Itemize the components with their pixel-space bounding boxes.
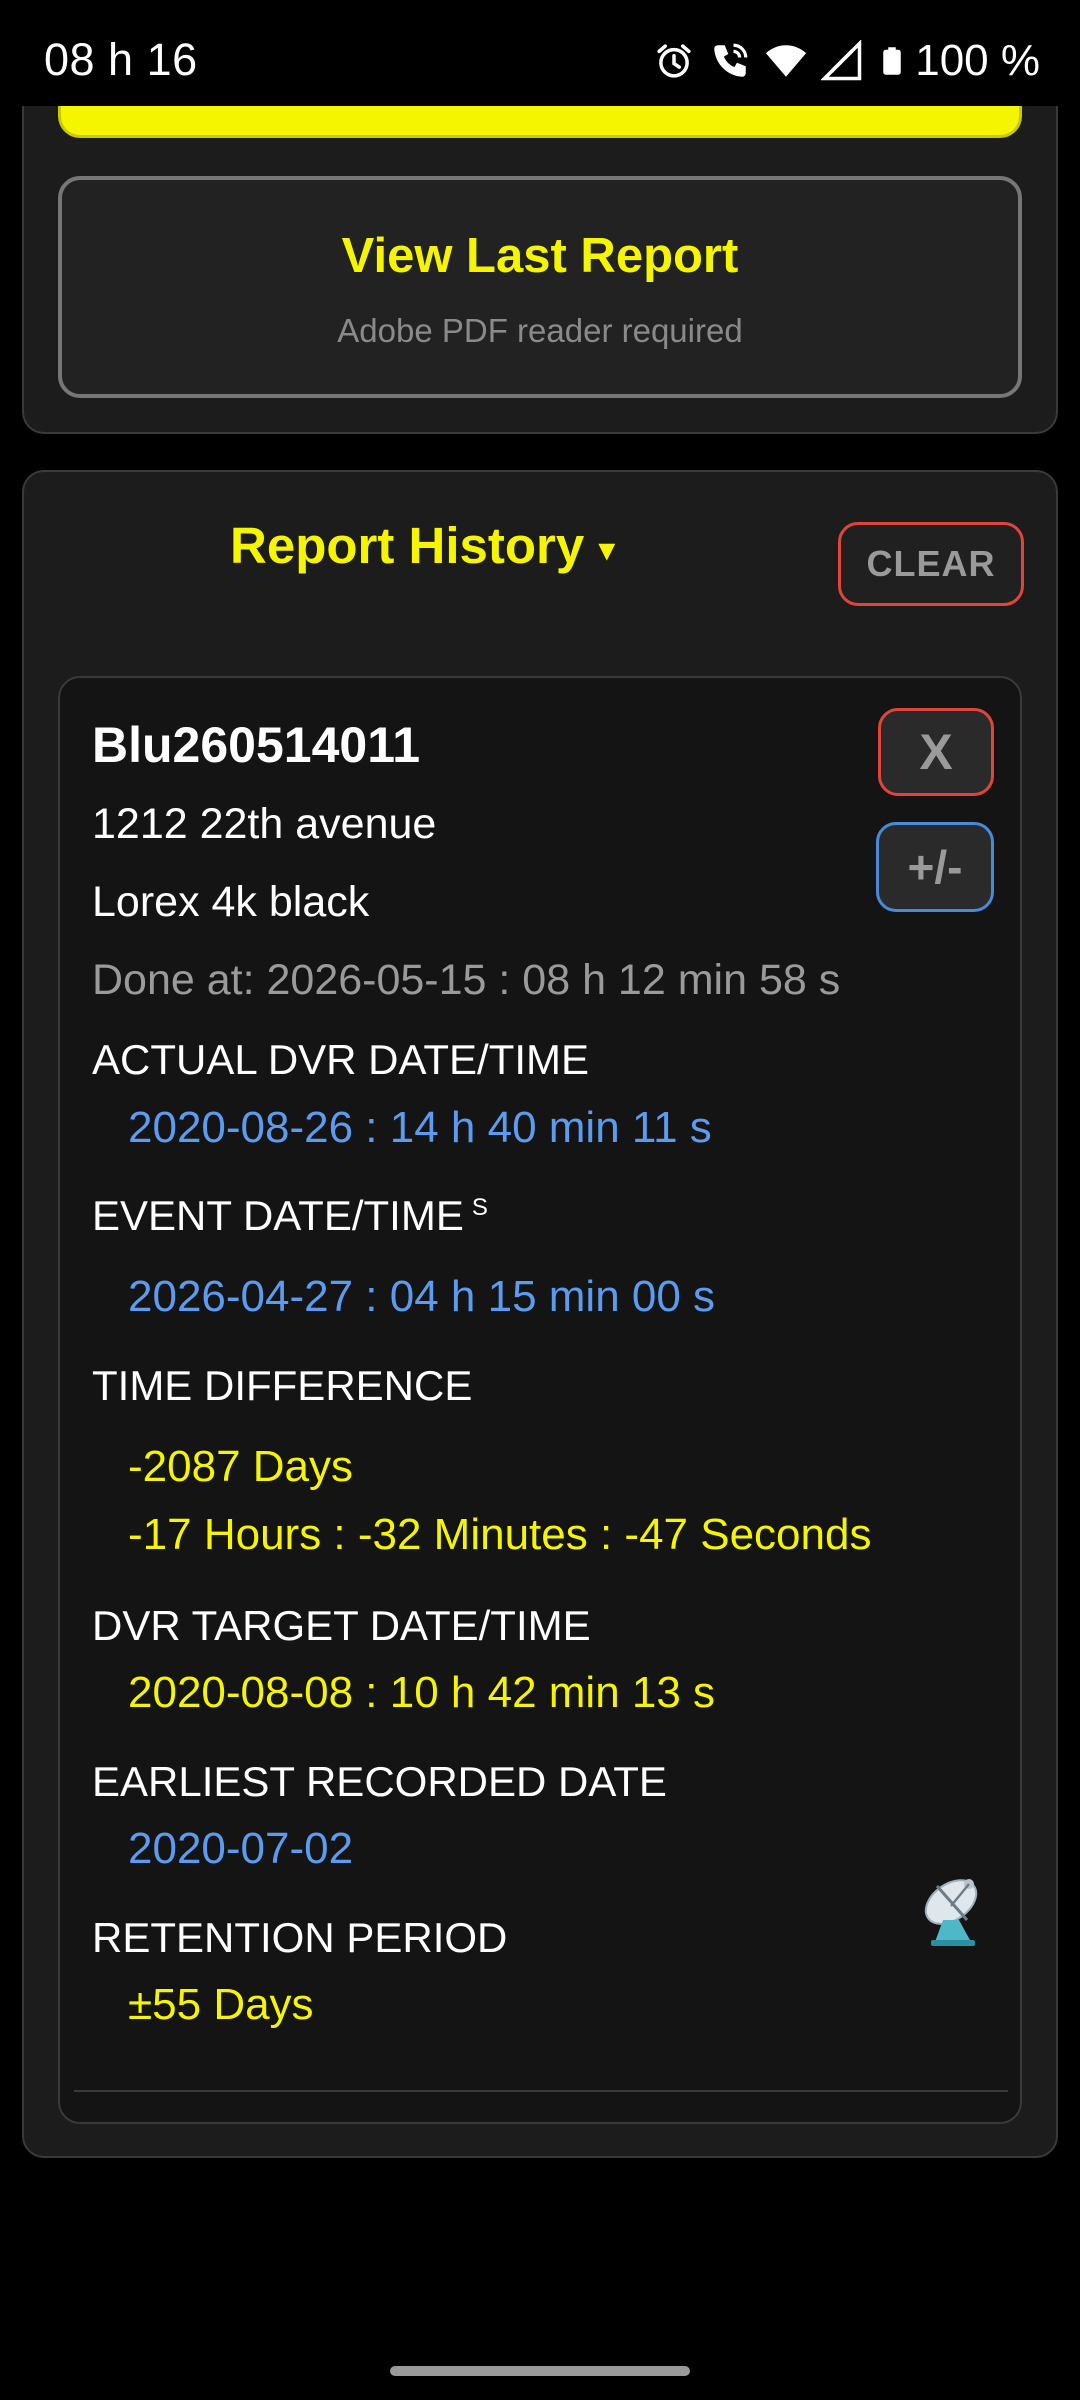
view-last-report-button[interactable]: View Last Report Adobe PDF reader requir…	[58, 176, 1022, 398]
home-indicator[interactable]	[390, 2366, 690, 2376]
event-datetime-value: 2026-04-27 : 04 h 15 min 00 s	[128, 1272, 716, 1321]
caret-down-icon: ▾	[598, 530, 616, 569]
earliest-recorded-value: 2020-07-02	[128, 1824, 354, 1873]
entry-done-at: Done at: 2026-05-15 : 08 h 12 min 58 s	[92, 956, 841, 1004]
clear-history-button[interactable]: CLEAR	[838, 522, 1024, 606]
time-difference-hms: -17 Hours : -32 Minutes : -47 Seconds	[128, 1510, 872, 1559]
pdf-reader-note: Adobe PDF reader required	[337, 312, 743, 349]
retention-period-label: RETENTION PERIOD	[92, 1914, 508, 1961]
status-time: 08 h 16	[44, 34, 198, 85]
battery-icon	[883, 47, 901, 75]
status-bar: 08 h 16 100 %	[0, 0, 1080, 106]
view-last-report-label: View Last Report	[341, 229, 739, 283]
entry-id: Blu260514011	[92, 717, 421, 773]
satellite-dish-icon[interactable]	[914, 1868, 996, 1948]
time-difference-label: TIME DIFFERENCE	[92, 1362, 473, 1409]
event-datetime-sup: S	[471, 1194, 488, 1221]
adjust-entry-button[interactable]: +/-	[876, 822, 994, 912]
alarm-icon	[657, 44, 691, 78]
signal-icon	[821, 40, 862, 81]
battery-percent: 100 %	[915, 36, 1040, 85]
report-history-toggle[interactable]: Report History ▾	[230, 516, 615, 575]
dvr-target-value: 2020-08-08 : 10 h 42 min 13 s	[128, 1668, 716, 1717]
actual-dvr-label: ACTUAL DVR DATE/TIME	[92, 1036, 590, 1083]
status-icons: 100 %	[653, 36, 1040, 86]
report-history-title: Report History	[230, 517, 585, 574]
actual-dvr-value: 2020-08-26 : 14 h 40 min 11 s	[128, 1103, 712, 1152]
retention-period-value: ±55 Days	[128, 1980, 314, 2029]
wifi-icon	[766, 45, 807, 77]
wifi-call-icon	[714, 43, 748, 77]
earliest-recorded-label: EARLIEST RECORDED DATE	[92, 1758, 667, 1805]
entry-device: Lorex 4k black	[92, 878, 370, 926]
delete-entry-button[interactable]: X	[878, 708, 994, 796]
entry-address: 1212 22th avenue	[92, 800, 437, 848]
dvr-target-label: DVR TARGET DATE/TIME	[92, 1602, 591, 1649]
entry-divider	[74, 2090, 1008, 2092]
event-datetime-label-wrap: EVENT DATE/TIME S	[92, 1192, 488, 1240]
time-difference-days: -2087 Days	[128, 1442, 354, 1491]
event-datetime-label: EVENT DATE/TIME	[92, 1192, 464, 1239]
